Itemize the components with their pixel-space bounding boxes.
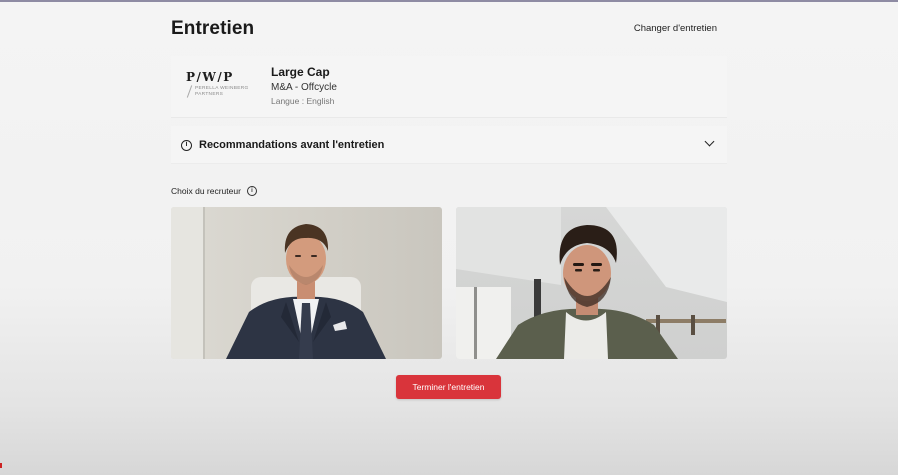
end-interview-button[interactable]: Terminer l'entretien bbox=[396, 375, 501, 399]
info-icon: i bbox=[181, 140, 192, 151]
corner-indicator bbox=[0, 463, 2, 468]
job-subtitle: M&A - Offcycle bbox=[271, 82, 337, 93]
logo-subline: PERELLA WEINBERG PARTNERS bbox=[195, 86, 249, 97]
change-interview-link[interactable]: Changer d'entretien bbox=[634, 23, 717, 34]
window-top-edge bbox=[0, 0, 898, 2]
recommendations-label: Recommandations avant l'entretien bbox=[199, 139, 385, 151]
recommendations-accordion[interactable]: i Recommandations avant l'entretien bbox=[171, 126, 727, 164]
candidate-video-image bbox=[456, 207, 727, 359]
recruiter-choice-label: Choix du recruteur bbox=[171, 186, 241, 196]
candidate-video bbox=[456, 207, 727, 359]
logo-mark: P/W/P bbox=[186, 70, 234, 84]
chevron-down-icon[interactable] bbox=[704, 136, 715, 147]
logo-slash bbox=[186, 85, 193, 98]
company-logo: P/W/P PERELLA WEINBERG PARTNERS bbox=[186, 70, 258, 100]
job-title: Large Cap bbox=[271, 65, 330, 79]
info-icon[interactable]: i bbox=[247, 186, 257, 196]
interview-card: P/W/P PERELLA WEINBERG PARTNERS Large Ca… bbox=[171, 56, 727, 118]
page-title: Entretien bbox=[171, 18, 255, 39]
recruiter-video-image bbox=[171, 207, 442, 359]
recruiter-video bbox=[171, 207, 442, 359]
job-language: Langue : English bbox=[271, 96, 335, 106]
